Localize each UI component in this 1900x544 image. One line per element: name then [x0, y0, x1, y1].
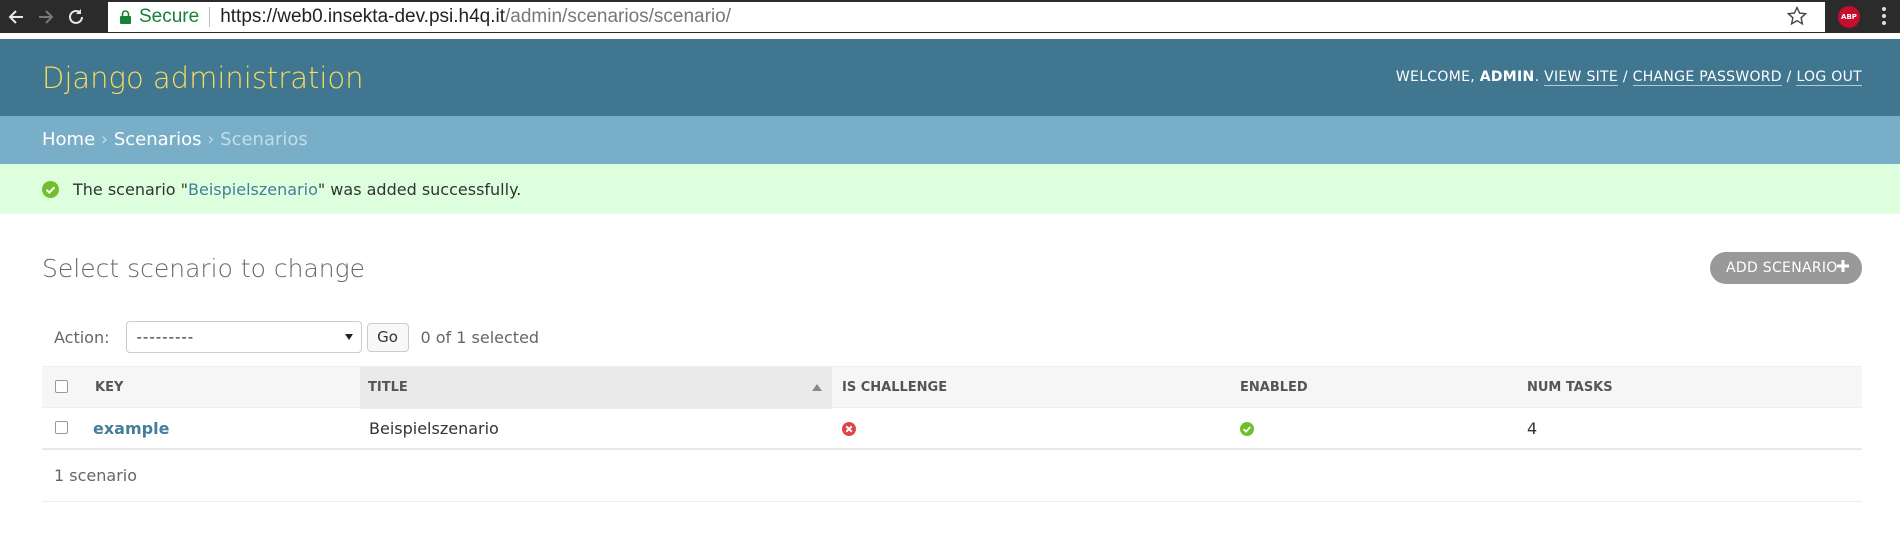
result-count: 1 scenario [42, 450, 1862, 502]
table-row: example Beispielszenario 4 [42, 408, 1862, 450]
column-header-title-label: TITLE [368, 380, 408, 395]
table-header: KEY TITLE IS CHALLENGE ENABLED NUM TASKS [42, 366, 1862, 409]
key-cell: example [93, 408, 169, 450]
is-challenge-cell [842, 408, 862, 450]
log-out-link[interactable]: LOG OUT [1796, 69, 1862, 86]
column-header-key[interactable]: KEY [87, 367, 301, 409]
enabled-cell [1240, 408, 1260, 450]
results-table: KEY TITLE IS CHALLENGE ENABLED NUM TASKS… [42, 366, 1862, 502]
go-button[interactable]: Go [366, 322, 409, 352]
back-button[interactable] [2, 3, 30, 31]
action-select[interactable]: --------- [125, 321, 362, 353]
view-site-link[interactable]: VIEW SITE [1544, 69, 1619, 86]
success-message: The scenario " Beispielszenario " was adde… [0, 164, 1900, 214]
url-host: https://web0.insekta-dev.psi.h4q.it [220, 6, 506, 27]
breadcrumb: Home › Scenarios › Scenarios [0, 116, 1900, 164]
message-object-link[interactable]: Beispielszenario [188, 180, 318, 199]
column-header-enabled[interactable]: ENABLED [1232, 367, 1512, 409]
scenario-key-link[interactable]: example [93, 419, 169, 438]
browser-menu-icon[interactable] [1882, 7, 1888, 28]
forward-arrow-icon [39, 9, 54, 24]
page-title: Select scenario to change [42, 254, 366, 283]
username: ADMIN [1479, 69, 1535, 85]
breadcrumb-home[interactable]: Home [42, 129, 95, 150]
title-cell: Beispielszenario [369, 419, 499, 438]
add-scenario-button[interactable]: ADD SCENARIO [1710, 252, 1862, 284]
tools-separator: / [1622, 69, 1628, 85]
yes-icon [1240, 422, 1254, 436]
selection-counter: 0 of 1 selected [420, 327, 540, 347]
row-select-checkbox[interactable] [55, 421, 68, 434]
lock-icon [120, 10, 131, 24]
site-branding[interactable]: Django administration [42, 61, 364, 95]
action-label: Action: [54, 327, 110, 347]
breadcrumb-app[interactable]: Scenarios [114, 129, 202, 150]
sort-ascending-icon[interactable] [812, 384, 822, 391]
breadcrumb-separator: › [207, 129, 215, 150]
reload-button[interactable] [62, 3, 90, 31]
breadcrumb-current: Scenarios [220, 129, 308, 150]
add-scenario-label: ADD SCENARIO [1726, 260, 1838, 276]
action-bar: Action: --------- Go 0 of 1 selected [42, 321, 539, 353]
no-icon [842, 422, 856, 436]
message-prefix: The scenario " [73, 179, 189, 199]
welcome-period: . [1534, 69, 1540, 85]
column-header-num-tasks[interactable]: NUM TASKS [1519, 367, 1819, 409]
reload-icon [69, 8, 83, 24]
column-header-is-challenge[interactable]: IS CHALLENGE [834, 367, 1224, 409]
forward-button[interactable] [32, 3, 60, 31]
address-bar[interactable]: Secure https://web0.insekta-dev.psi.h4q.… [108, 2, 1825, 32]
breadcrumb-separator: › [100, 129, 109, 150]
browser-toolbar: Secure https://web0.insekta-dev.psi.h4q.… [0, 0, 1900, 33]
select-all-checkbox[interactable] [55, 380, 68, 393]
tools-separator: / [1786, 69, 1792, 85]
welcome-text: WELCOME, [1395, 69, 1475, 85]
column-header-title[interactable]: TITLE [360, 367, 832, 409]
user-tools: WELCOME, ADMIN. VIEW SITE / CHANGE PASSW… [1395, 69, 1862, 86]
secure-label: Secure [139, 6, 200, 27]
adblock-extension-icon[interactable]: ABP [1838, 6, 1860, 28]
success-check-icon [42, 180, 59, 198]
back-arrow-icon [8, 9, 23, 24]
chevron-down-icon [344, 334, 353, 340]
bookmark-star-icon[interactable] [1787, 6, 1807, 26]
omnibox-divider [209, 7, 211, 27]
admin-header: Django administration WELCOME, ADMIN. VI… [0, 39, 1900, 116]
action-select-value: --------- [136, 328, 195, 346]
url-path: /admin/scenarios/scenario/ [505, 6, 732, 27]
plus-icon [1837, 260, 1849, 272]
message-suffix: " was added successfully. [317, 179, 522, 199]
change-password-link[interactable]: CHANGE PASSWORD [1632, 69, 1782, 86]
num-tasks-cell: 4 [1527, 419, 1538, 438]
